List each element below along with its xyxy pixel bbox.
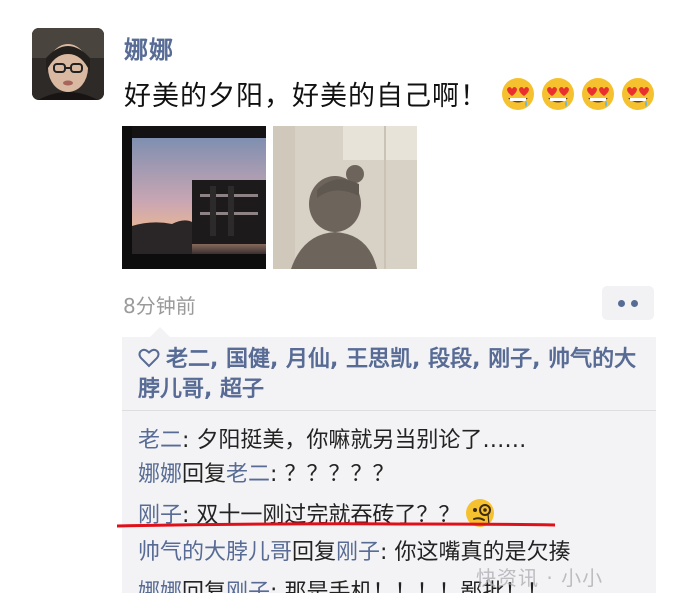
comment-item[interactable]: 娜娜回复老二: ？？？？？ bbox=[138, 456, 394, 488]
post-time: 8分钟前 bbox=[123, 294, 196, 318]
heart-outline-icon bbox=[138, 348, 160, 368]
reply-target[interactable]: 刚子 bbox=[226, 580, 270, 593]
comment-author[interactable]: 老二 bbox=[138, 428, 182, 453]
reply-target[interactable]: 刚子 bbox=[336, 540, 380, 565]
comment-item[interactable]: 老二: 夕阳挺美，你嘛就另当别论了…… bbox=[138, 422, 526, 454]
post-photo-shadow[interactable] bbox=[273, 126, 417, 269]
drooling-heart-eyes-emoji bbox=[542, 78, 574, 110]
more-dot-icon bbox=[631, 299, 638, 307]
emoji-row bbox=[500, 76, 656, 112]
comment-text: : ？？？？？ bbox=[270, 462, 395, 487]
comment-author[interactable]: 帅气的大脖儿哥 bbox=[138, 540, 292, 565]
drooling-heart-eyes-emoji bbox=[502, 78, 534, 110]
comment-author[interactable]: 娜娜 bbox=[138, 580, 182, 593]
more-actions-button[interactable] bbox=[602, 286, 654, 320]
comment-text: : 夕阳挺美，你嘛就另当别论了…… bbox=[182, 428, 527, 453]
drooling-heart-eyes-emoji bbox=[582, 78, 614, 110]
reply-word: 回复 bbox=[292, 540, 337, 565]
highlight-underline bbox=[117, 522, 555, 528]
comment-author[interactable]: 娜娜 bbox=[138, 462, 182, 487]
post-text: 好美的夕阳，好美的自己啊！ bbox=[124, 81, 488, 112]
likes-names: 老二, 国健, 月仙, 王思凯, 段段, 刚子, 帅气的大脖儿哥, 超子 bbox=[138, 347, 637, 402]
likes-list[interactable]: 老二, 国健, 月仙, 王思凯, 段段, 刚子, 帅气的大脖儿哥, 超子 bbox=[138, 345, 644, 405]
reply-word: 回复 bbox=[182, 580, 227, 593]
post-author-name[interactable]: 娜娜 bbox=[124, 30, 174, 65]
drooling-heart-eyes-emoji bbox=[622, 78, 654, 110]
more-dot-icon bbox=[618, 299, 625, 307]
divider bbox=[122, 410, 656, 411]
likes-comments-panel: 老二, 国健, 月仙, 王思凯, 段段, 刚子, 帅气的大脖儿哥, 超子 老二:… bbox=[122, 327, 656, 593]
avatar[interactable] bbox=[32, 28, 104, 100]
watermark: 快资讯 · 小小 bbox=[476, 566, 604, 590]
reply-word: 回复 bbox=[182, 462, 227, 487]
post-photo-sunset[interactable] bbox=[122, 126, 266, 269]
reply-target[interactable]: 老二 bbox=[226, 462, 270, 487]
